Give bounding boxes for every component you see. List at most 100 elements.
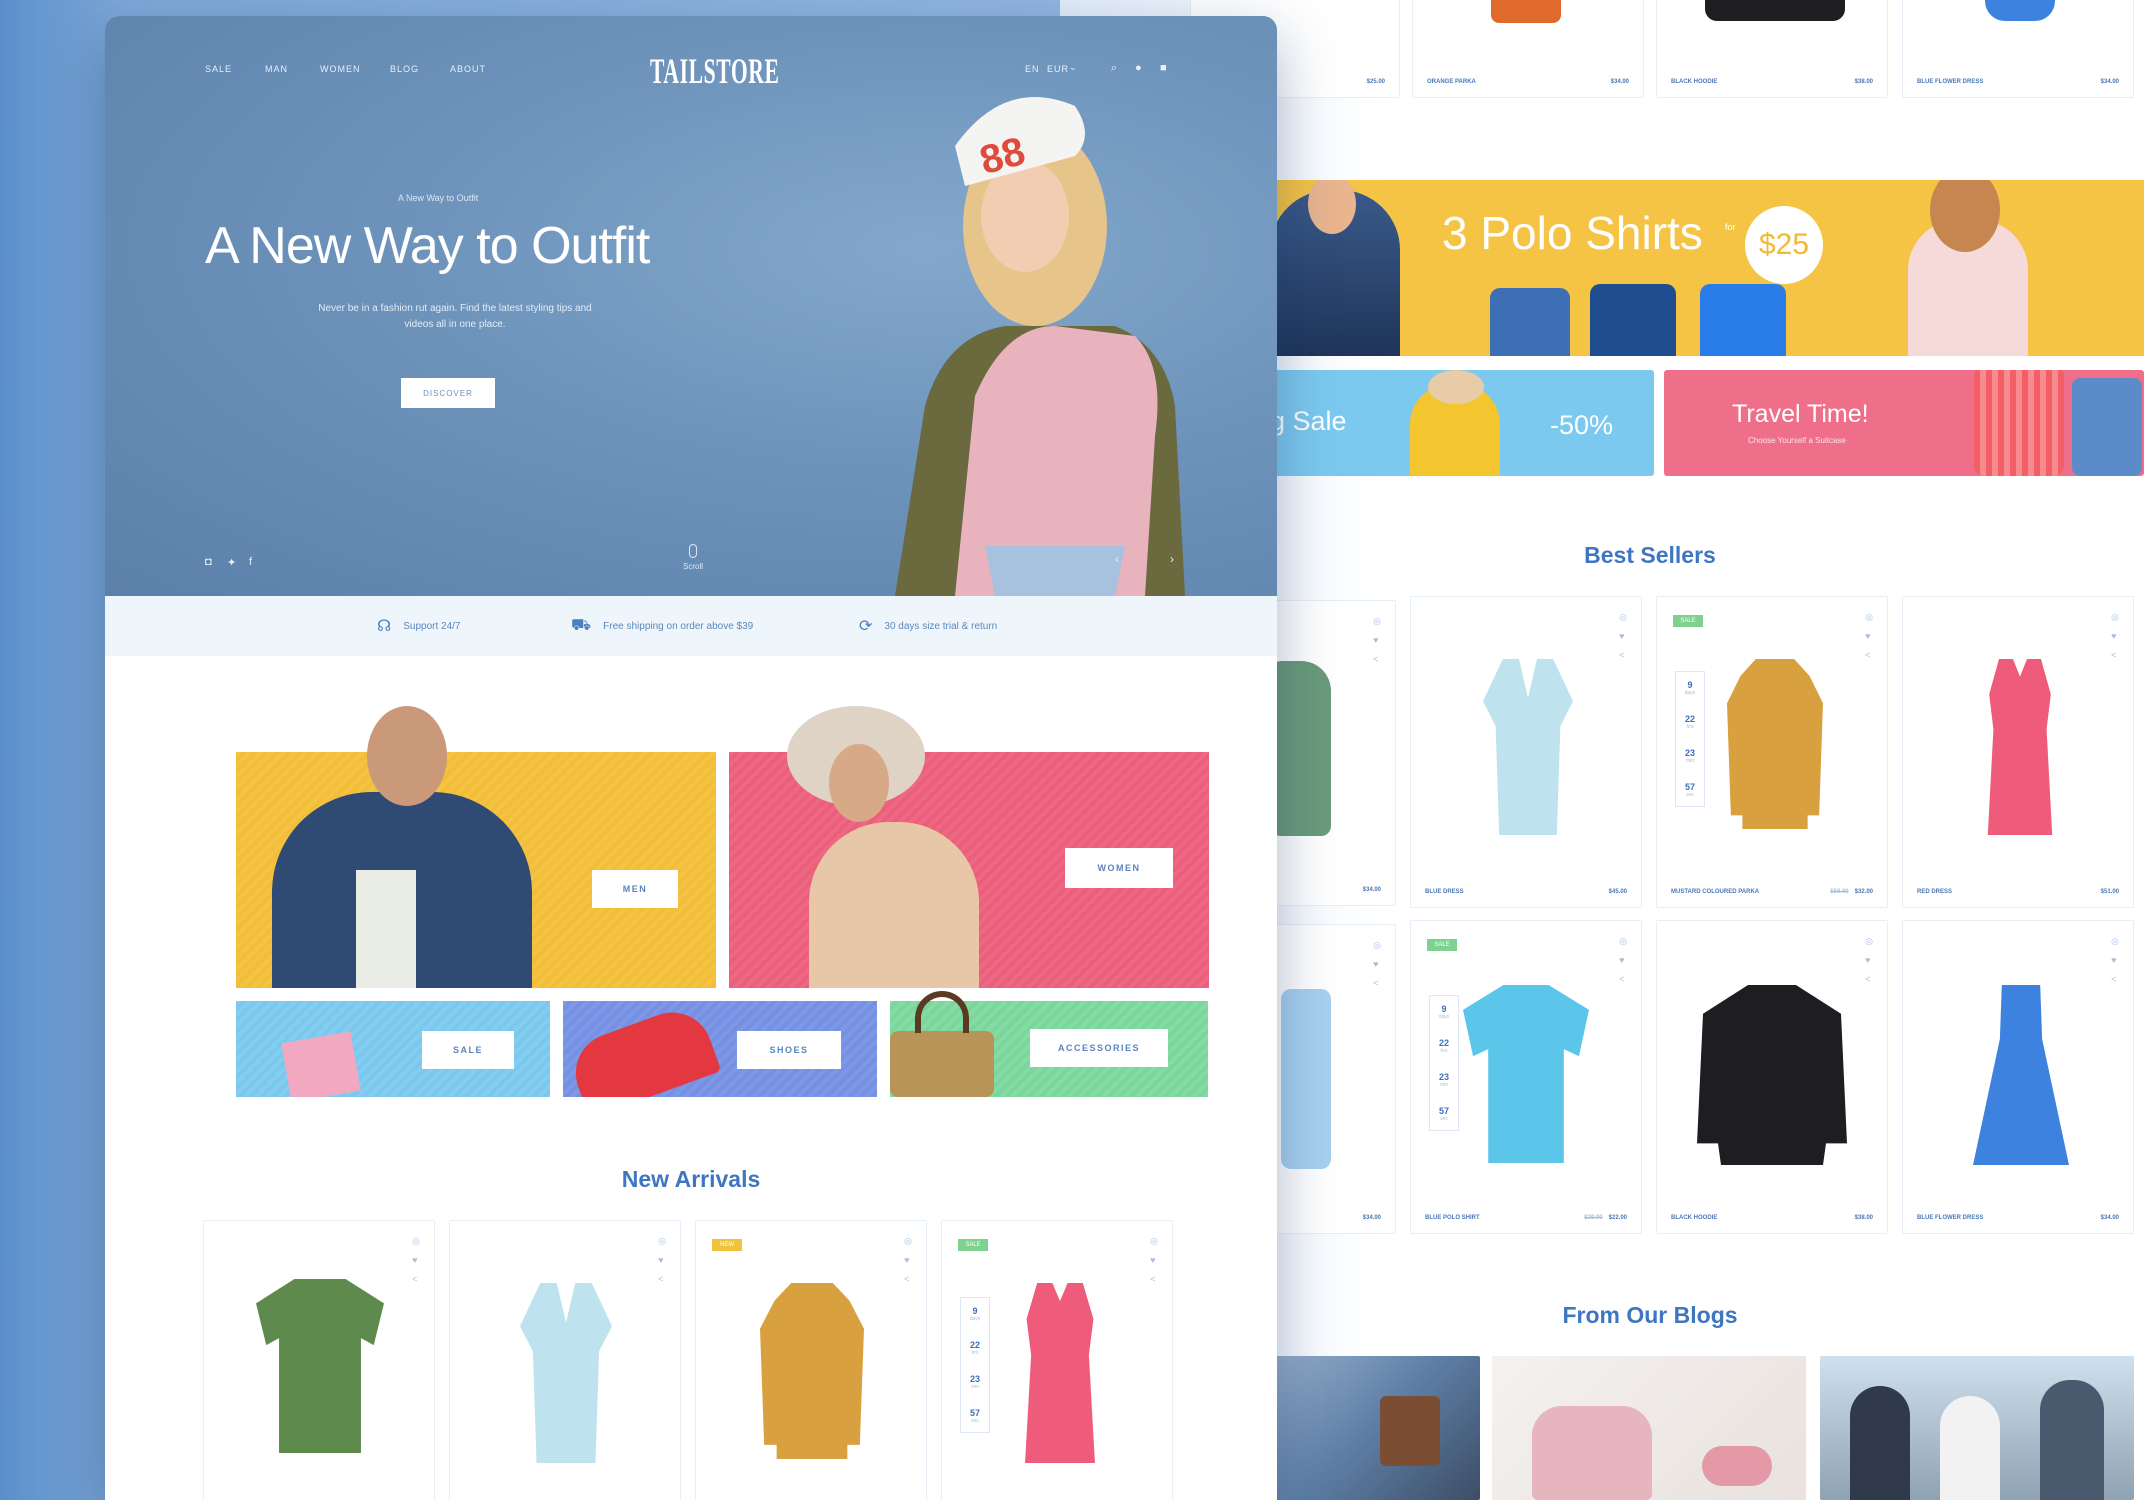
product-card[interactable]: Blue Flower Dress $34.00 [1902, 0, 2134, 98]
eye-icon[interactable]: ◎ [1865, 937, 1873, 946]
heart-icon[interactable]: ♥ [1865, 632, 1873, 641]
product-card[interactable]: Sale ◎ ♥ < 9 days 22 hrs 23 min 57 sec Mustard… [1656, 596, 1888, 908]
logo[interactable]: TAILSTORE [650, 50, 779, 92]
truck-icon: ⛟ [571, 617, 592, 634]
suitcase-blue [2072, 378, 2142, 476]
product-name: Red Dress [1917, 889, 1953, 895]
sale-percent: -50% [1550, 410, 1614, 440]
category-men[interactable]: Men [236, 752, 716, 988]
scroll-indicator[interactable]: Scroll [683, 544, 703, 571]
heart-icon[interactable]: ♥ [1373, 960, 1381, 969]
card-actions: ◎ ♥ < [2111, 937, 2119, 984]
product-card[interactable]: Sale ◎ ♥ < 9 days 22 hrs 23 min 57 sec [941, 1220, 1173, 1500]
category-shoes[interactable]: Shoes [563, 1001, 877, 1097]
twitter-icon[interactable]: ✦ [227, 556, 236, 569]
product-name: Blue Polo Shirt [1425, 1215, 1480, 1221]
product-card[interactable]: Orange Parka $34.00 [1412, 0, 1644, 98]
share-icon[interactable]: < [1373, 979, 1381, 988]
accessories-button[interactable]: Accessories [1030, 1029, 1168, 1067]
category-women[interactable]: Women [729, 752, 1209, 988]
product-price: $45.00 [1608, 889, 1627, 895]
product-card[interactable]: ◎ ♥ < [203, 1220, 435, 1500]
share-icon[interactable]: < [904, 1275, 912, 1284]
heart-icon[interactable]: ♥ [1373, 636, 1381, 645]
cart-icon[interactable]: ■ [1160, 62, 1168, 74]
search-icon[interactable]: ⌕ [1111, 62, 1118, 75]
heart-icon[interactable]: ♥ [1619, 632, 1627, 641]
card-actions: ◎ ♥ < [904, 1237, 912, 1284]
chevron-down-icon[interactable]: ⌄ [1069, 62, 1078, 73]
heart-icon[interactable]: ♥ [2111, 956, 2119, 965]
product-image [1987, 659, 2053, 835]
instagram-icon[interactable]: ◘ [205, 556, 212, 568]
product-card[interactable]: ◎ ♥ < [449, 1220, 681, 1500]
product-image [1697, 985, 1847, 1165]
blog-post-image[interactable] [1492, 1356, 1806, 1500]
share-icon[interactable]: < [1865, 651, 1873, 660]
polo-shirts-banner[interactable]: 3 Polo Shirts for $25 [1260, 180, 2144, 356]
share-icon[interactable]: < [1619, 651, 1627, 660]
nav-sale[interactable]: Sale [205, 64, 232, 74]
facebook-icon[interactable]: f [249, 556, 252, 568]
eye-icon[interactable]: ◎ [1150, 1237, 1158, 1246]
product-card[interactable]: ◎ ♥ < Blue Flower Dress $34.00 [1902, 920, 2134, 1234]
language-select[interactable]: EN [1025, 64, 1040, 74]
share-icon[interactable]: < [2111, 651, 2119, 660]
eye-icon[interactable]: ◎ [904, 1237, 912, 1246]
share-icon[interactable]: < [2111, 975, 2119, 984]
eye-icon[interactable]: ◎ [1373, 617, 1381, 626]
eye-icon[interactable]: ◎ [412, 1237, 420, 1246]
category-sale[interactable]: Sale [236, 1001, 550, 1097]
eye-icon[interactable]: ◎ [1619, 937, 1627, 946]
eye-icon[interactable]: ◎ [2111, 613, 2119, 622]
shoes-button[interactable]: Shoes [737, 1031, 841, 1069]
blog-post-image[interactable] [1260, 1356, 1480, 1500]
product-card[interactable]: ◎ ♥ < Black Hoodie $38.00 [1656, 920, 1888, 1234]
suitcase-pink [1974, 370, 2064, 476]
eye-icon[interactable]: ◎ [658, 1237, 666, 1246]
share-icon[interactable]: < [1373, 655, 1381, 664]
product-card[interactable]: Sale ◎ ♥ < 9 days 22 hrs 23 min 57 sec Blue Po… [1410, 920, 1642, 1234]
spring-sale-banner[interactable]: g Sale -50% [1270, 370, 1654, 476]
product-card[interactable]: ◎ ♥ < Red Dress $51.00 [1902, 596, 2134, 908]
heart-icon[interactable]: ♥ [412, 1256, 420, 1265]
arrow-left-icon[interactable]: ‹ [1115, 552, 1119, 566]
heart-icon[interactable]: ♥ [1865, 956, 1873, 965]
heart-icon[interactable]: ♥ [1150, 1256, 1158, 1265]
share-icon[interactable]: < [1150, 1275, 1158, 1284]
heart-icon[interactable]: ♥ [658, 1256, 666, 1265]
travel-banner[interactable]: Travel Time! Choose Yourself a Suitcase [1664, 370, 2144, 476]
eye-icon[interactable]: ◎ [1373, 941, 1381, 950]
hero-section: Sale Man Women Blog About TAILSTORE EN E… [105, 16, 1277, 596]
product-card[interactable]: ◎ ♥ < Blue Dress $45.00 [1410, 596, 1642, 908]
heart-icon[interactable]: ♥ [2111, 632, 2119, 641]
discover-button[interactable]: Discover [401, 378, 495, 408]
nav-man[interactable]: Man [265, 64, 288, 74]
product-card[interactable]: New ◎ ♥ < [695, 1220, 927, 1500]
features-strip: ☊ Support 24/7 ⛟ Free shipping on order ab… [105, 596, 1277, 656]
eye-icon[interactable]: ◎ [1619, 613, 1627, 622]
nav-women[interactable]: Women [320, 64, 361, 74]
share-icon[interactable]: < [1865, 975, 1873, 984]
currency-select[interactable]: EUR [1047, 64, 1069, 74]
card-actions: ◎ ♥ < [1865, 937, 1873, 984]
hat [1428, 370, 1484, 404]
user-icon[interactable]: ● [1135, 62, 1143, 74]
blog-post-image[interactable] [1820, 1356, 2134, 1500]
women-button[interactable]: Women [1065, 848, 1173, 888]
eye-icon[interactable]: ◎ [1865, 613, 1873, 622]
product-image [1483, 659, 1573, 835]
nav-about[interactable]: About [450, 64, 486, 74]
product-name: Orange Parka [1427, 79, 1476, 85]
product-card[interactable]: Black Hoodie $38.00 [1656, 0, 1888, 98]
share-icon[interactable]: < [1619, 975, 1627, 984]
nav-blog[interactable]: Blog [390, 64, 419, 74]
share-icon[interactable]: < [658, 1275, 666, 1284]
sale-button[interactable]: Sale [422, 1031, 514, 1069]
heart-icon[interactable]: ♥ [1619, 956, 1627, 965]
men-button[interactable]: Men [592, 870, 678, 908]
arrow-right-icon[interactable]: › [1170, 552, 1174, 566]
heart-icon[interactable]: ♥ [904, 1256, 912, 1265]
share-icon[interactable]: < [412, 1275, 420, 1284]
eye-icon[interactable]: ◎ [2111, 937, 2119, 946]
